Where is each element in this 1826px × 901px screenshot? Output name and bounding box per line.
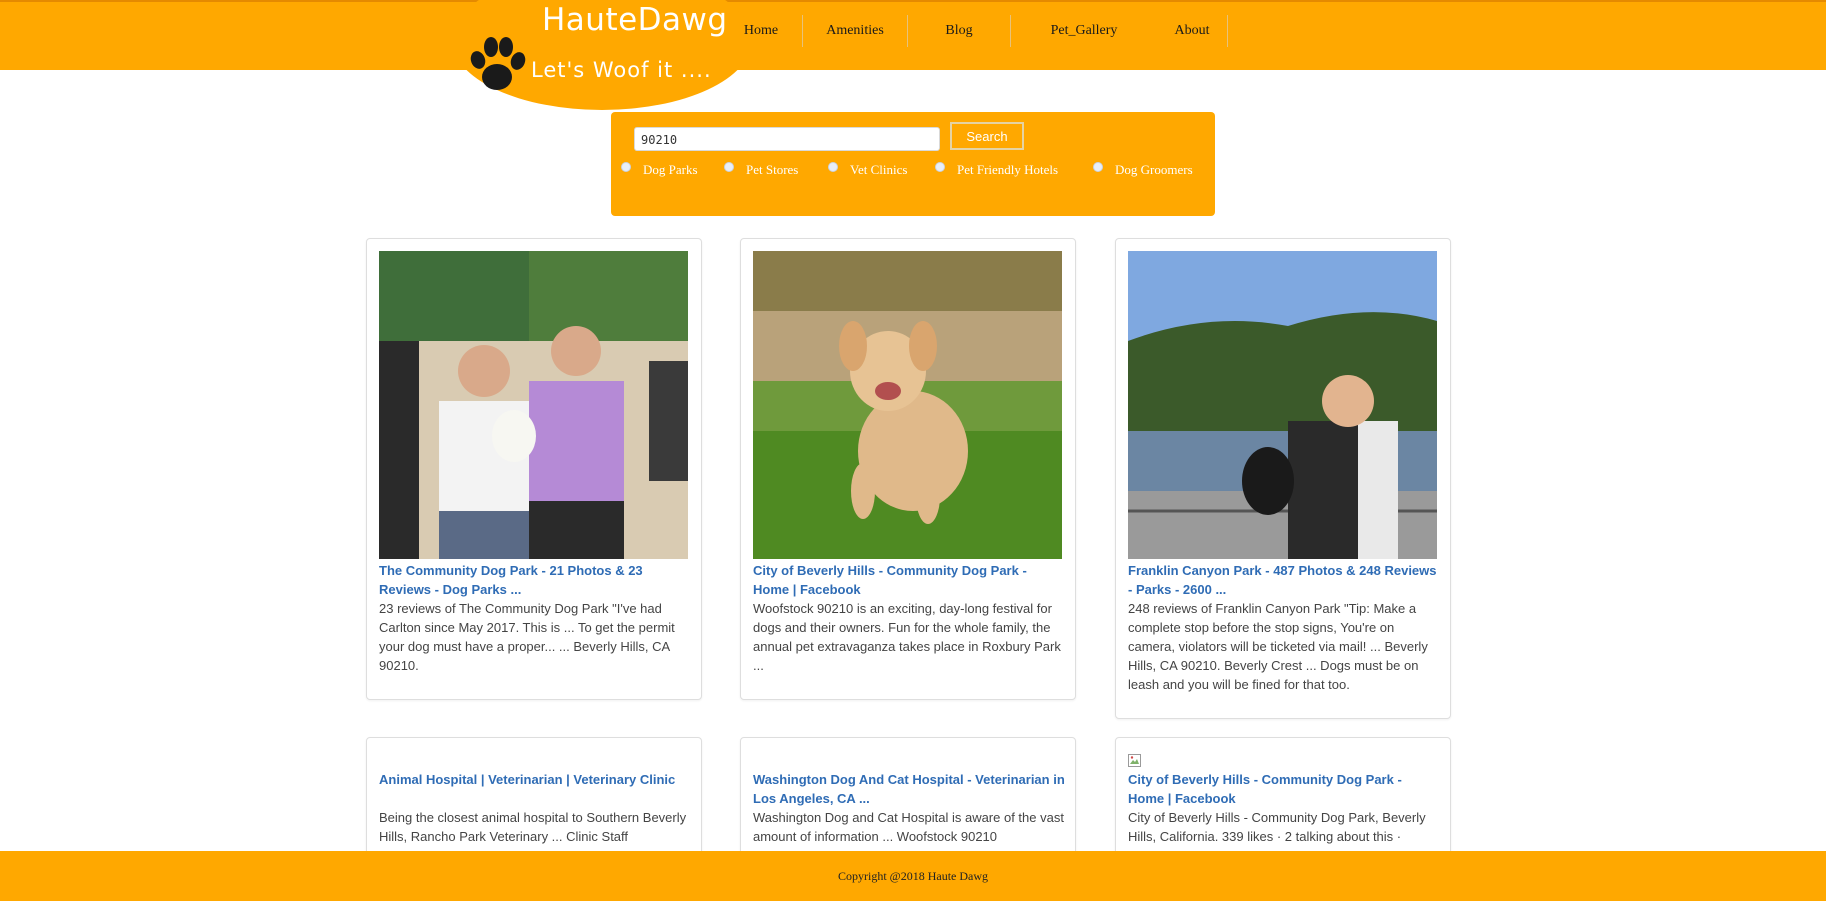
result-title-link[interactable]: Franklin Canyon Park - 487 Photos & 248 … [1128,561,1440,599]
photo-lake-with-dog [1128,251,1437,559]
brand-title[interactable]: HauteDawg [542,2,728,38]
main-nav: Home Amenities Blog Pet_Gallery About [720,0,1228,70]
result-description: Being the closest animal hospital to Sou… [379,810,687,844]
result-title-link[interactable]: City of Beverly Hills - Community Dog Pa… [1128,770,1440,808]
result-title-link[interactable]: The Community Dog Park - 21 Photos & 23 … [379,561,691,599]
radio-option-pet-friendly-hotels[interactable]: Pet Friendly Hotels [935,162,1093,178]
radio-option-vet-clinics[interactable]: Vet Clinics [828,162,935,178]
result-title-link[interactable]: City of Beverly Hills - Community Dog Pa… [753,561,1065,599]
result-card: Franklin Canyon Park - 487 Photos & 248 … [1115,238,1451,719]
result-image[interactable] [1128,251,1437,559]
radio-label: Dog Groomers [1115,162,1193,177]
radio-label: Pet Friendly Hotels [957,162,1059,177]
search-button[interactable]: Search [950,122,1024,150]
result-description: Woofstock 90210 is an exciting, day-long… [753,601,1061,673]
radio-label: Dog Parks [643,162,698,177]
result-description: City of Beverly Hills - Community Dog Pa… [1128,810,1426,844]
nav-item-about[interactable]: About [1157,15,1227,47]
radio-button[interactable] [724,162,734,172]
result-image[interactable] [379,251,688,559]
radio-button[interactable] [621,162,631,172]
paw-icon [470,37,526,90]
nav-item-blog[interactable]: Blog [908,15,1010,47]
result-title-link[interactable]: Animal Hospital | Veterinarian | Veterin… [379,770,691,789]
search-panel: 90210 Search Dog Parks Pet Stores Vet Cl… [611,112,1215,216]
result-title-link[interactable]: Washington Dog And Cat Hospital - Veteri… [753,770,1065,808]
nav-item-pet-gallery[interactable]: Pet_Gallery [1011,15,1157,47]
photo-people-with-dog [379,251,688,559]
radio-button[interactable] [1093,162,1103,172]
photo-running-puppy [753,251,1062,559]
radio-button[interactable] [828,162,838,172]
radio-label: Vet Clinics [850,162,908,177]
result-description: 23 reviews of The Community Dog Park "I'… [379,601,675,673]
footer: Copyright @2018 Haute Dawg [0,851,1826,901]
radio-option-pet-stores[interactable]: Pet Stores [724,162,828,178]
brand-tagline: Let's Woof it .... [531,58,712,82]
radio-option-dog-parks[interactable]: Dog Parks [621,162,724,178]
search-input[interactable]: 90210 [634,127,940,151]
result-card: The Community Dog Park - 21 Photos & 23 … [366,238,702,700]
nav-divider [1227,15,1228,47]
result-card: City of Beverly Hills - Community Dog Pa… [740,238,1076,700]
radio-button[interactable] [935,162,945,172]
result-description: Washington Dog and Cat Hospital is aware… [753,810,1064,844]
category-radio-group: Dog Parks Pet Stores Vet Clinics Pet Fri… [621,162,1203,178]
radio-label: Pet Stores [746,162,799,177]
radio-option-dog-groomers[interactable]: Dog Groomers [1093,162,1203,178]
nav-item-amenities[interactable]: Amenities [803,15,907,47]
nav-item-home[interactable]: Home [720,15,802,47]
result-image[interactable] [753,251,1062,559]
broken-image-icon[interactable] [1128,754,1141,767]
footer-copyright: Copyright @2018 Haute Dawg [837,868,989,883]
result-description: 248 reviews of Franklin Canyon Park "Tip… [1128,601,1428,692]
